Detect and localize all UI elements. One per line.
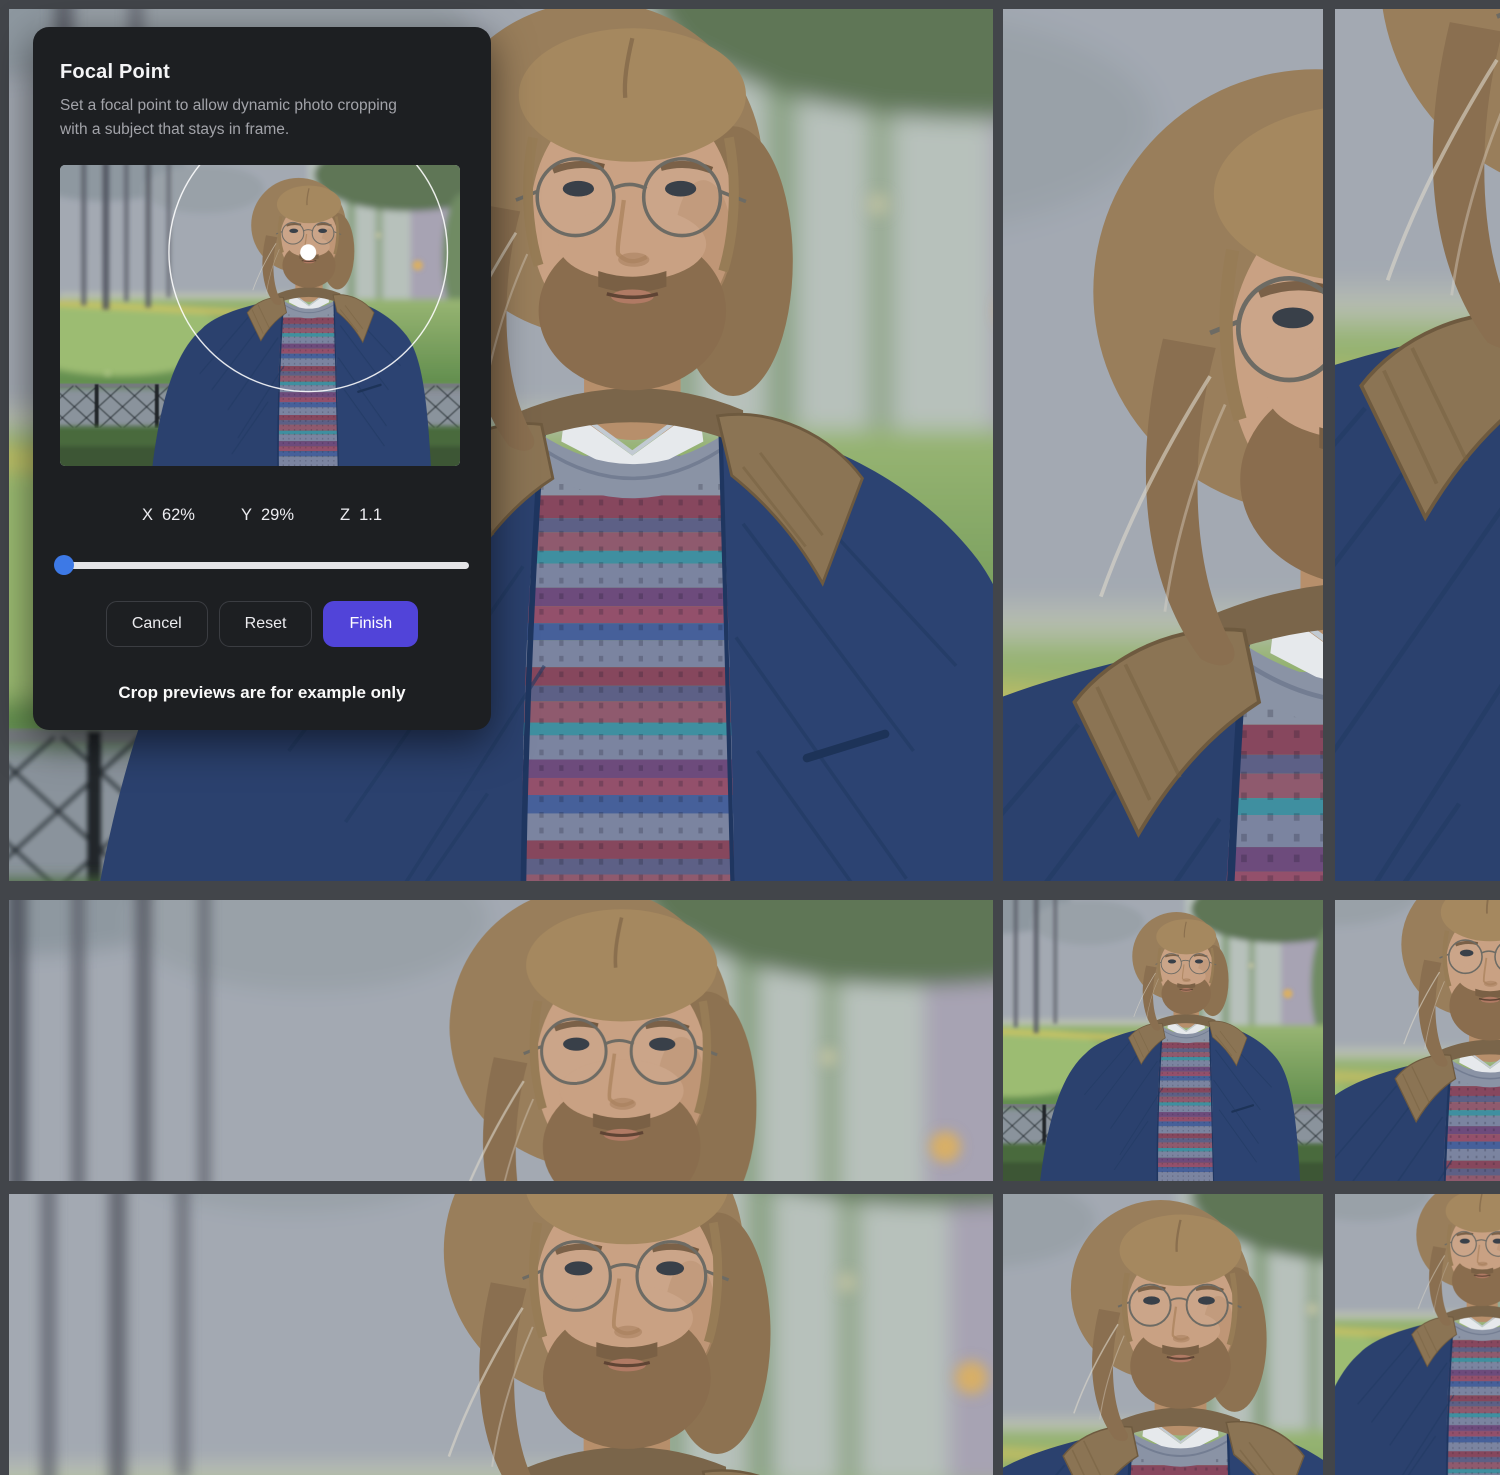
crop-tile-5-square (1003, 900, 1323, 1181)
zoom-slider-track[interactable] (55, 562, 469, 569)
readout-y: Y 29% (241, 506, 294, 525)
readout-x-axis: X (142, 506, 153, 525)
dialog-buttons: Cancel Reset Finish (60, 601, 464, 647)
zoom-slider-thumb[interactable] (54, 555, 74, 575)
dialog-title: Focal Point (60, 61, 464, 84)
crop-tile-8-square (1003, 1194, 1323, 1475)
readout-z: Z 1.1 (340, 506, 382, 525)
crop-preview-note: Crop previews are for example only (60, 683, 464, 703)
dialog-description: Set a focal point to allow dynamic photo… (60, 94, 464, 142)
cancel-button[interactable]: Cancel (106, 601, 208, 647)
focal-preview-image[interactable] (60, 165, 460, 466)
focal-point-dialog: Focal Point Set a focal point to allow d… (33, 27, 491, 730)
crop-tile-2-tall (1003, 9, 1323, 881)
readout-x-value: 62% (162, 506, 195, 525)
readout-z-axis: Z (340, 506, 350, 525)
focal-point-dot (300, 244, 316, 260)
focal-readouts: X 62% Y 29% Z 1.1 (60, 506, 464, 525)
crop-tile-4-wide (9, 900, 993, 1181)
crop-tile-3-tall-clipped (1335, 9, 1500, 881)
zoom-slider[interactable] (55, 555, 469, 575)
readout-y-axis: Y (241, 506, 252, 525)
crop-tile-6-square-clipped (1335, 900, 1500, 1181)
reset-button[interactable]: Reset (219, 601, 313, 647)
crop-tile-9-square-wide (1335, 1194, 1500, 1475)
readout-x: X 62% (142, 506, 195, 525)
readout-y-value: 29% (261, 506, 294, 525)
readout-z-value: 1.1 (359, 506, 382, 525)
crop-tile-7-wide-closeup (9, 1194, 993, 1475)
finish-button[interactable]: Finish (323, 601, 418, 647)
